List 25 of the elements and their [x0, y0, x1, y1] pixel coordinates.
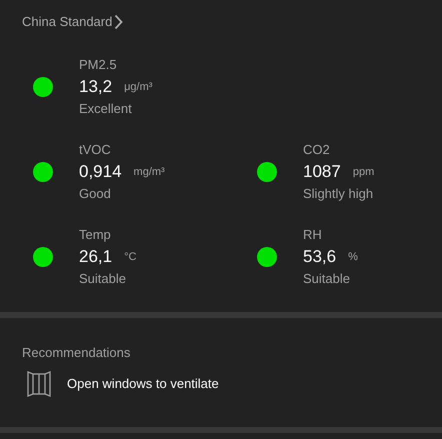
metric-name: PM2.5	[79, 56, 117, 74]
recommendation-text: Open windows to ventilate	[67, 375, 219, 394]
metric-status: Suitable	[79, 270, 126, 288]
metric-value: 0,914	[79, 161, 122, 183]
metric-unit: mg/m³	[134, 164, 165, 180]
metric-status: Excellent	[79, 100, 132, 118]
metric-name: CO2	[303, 141, 330, 159]
window-icon	[26, 371, 52, 397]
metric-unit: %	[348, 250, 358, 265]
metric-status: Suitable	[303, 270, 350, 288]
metric-unit: μg/m³	[124, 80, 152, 95]
metric-unit: ppm	[352, 164, 374, 180]
metric-name: Temp	[79, 226, 111, 244]
section-title: Recommendations	[22, 344, 130, 362]
chevron-right-icon	[114, 14, 124, 30]
standard-link[interactable]: China Standard	[22, 12, 124, 32]
metric-value: 13,2	[79, 76, 112, 98]
metric-status: Good	[79, 185, 111, 203]
metric-name: RH	[303, 226, 322, 244]
metric-value: 1087	[303, 161, 341, 183]
metric-name: tVOC	[79, 141, 111, 159]
metric-status: Slightly high	[303, 185, 374, 203]
metric-unit: °C	[124, 250, 136, 265]
metric-value: 53,6	[303, 246, 336, 268]
metric-value: 26,1	[79, 246, 112, 268]
